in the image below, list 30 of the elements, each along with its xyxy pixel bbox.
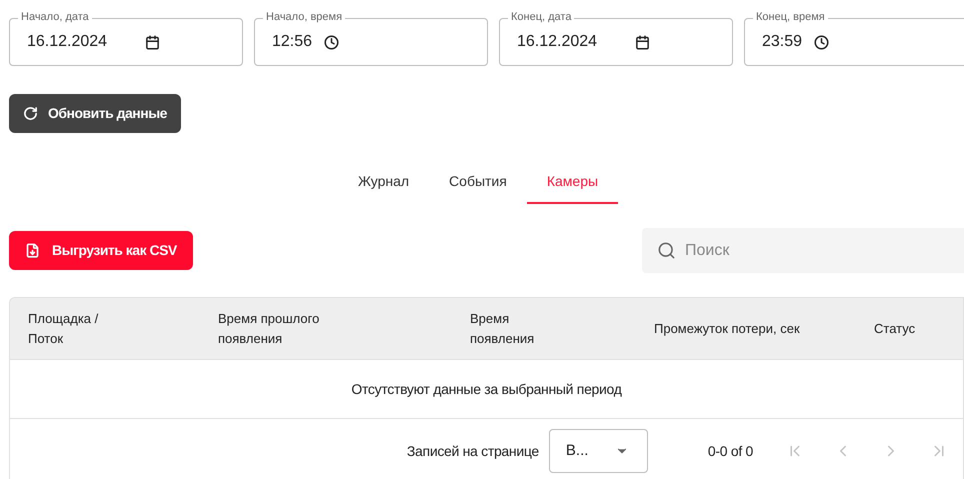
field-value: 12:56: [272, 32, 312, 52]
field-value: 23:59: [762, 32, 802, 52]
column-header: Время прошлого появления: [218, 310, 320, 348]
file-download-icon: [25, 243, 40, 258]
field-label: Конец, время: [753, 10, 828, 24]
search-icon: [657, 241, 676, 260]
tab[interactable]: Журнал: [338, 160, 430, 204]
clock-icon[interactable]: [324, 34, 340, 50]
tab[interactable]: События: [429, 160, 527, 204]
field-label: Начало, время: [263, 10, 346, 24]
field-value: 16.12.2024: [517, 32, 598, 52]
column-header: Промежуток потери, сек: [654, 320, 801, 338]
refresh-button[interactable]: Обновить данные: [9, 94, 181, 133]
column-header: Статус: [874, 320, 916, 338]
column-header: Площадка / Поток: [28, 310, 100, 348]
export-csv-button[interactable]: Выгрузить как CSV: [9, 231, 193, 270]
empty-message: Отсутствуют данные за выбранный период: [351, 380, 622, 399]
tab[interactable]: Камеры: [526, 160, 618, 204]
rows-per-page-label: Записей на странице: [406, 442, 539, 461]
rows-per-page-select[interactable]: В...: [548, 429, 648, 473]
field-label: Начало, дата: [18, 10, 92, 24]
refresh-icon: [23, 106, 38, 121]
field-value: 16.12.2024: [27, 32, 108, 52]
calendar-icon[interactable]: [635, 34, 650, 50]
search-field[interactable]: Поиск: [642, 228, 964, 273]
field-label: Конец, дата: [508, 10, 574, 24]
column-header: Время появления: [470, 310, 536, 348]
clock-icon[interactable]: [814, 34, 830, 50]
calendar-icon[interactable]: [145, 34, 160, 50]
page-range: 0-0 of 0: [708, 442, 753, 460]
